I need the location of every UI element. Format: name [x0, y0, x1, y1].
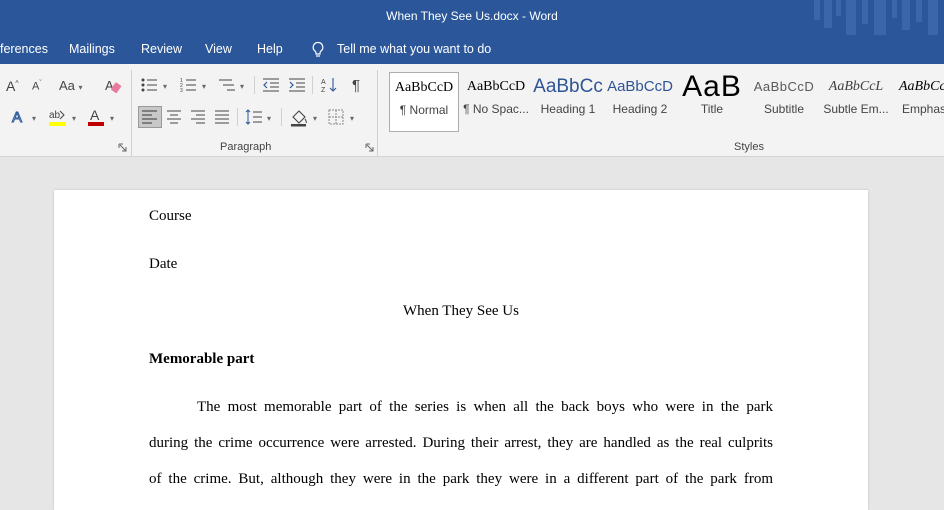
change-case-button[interactable]: Aa ▾	[59, 78, 83, 93]
mini-separator	[254, 76, 255, 94]
change-case-label: Aa	[59, 78, 75, 93]
line-spacing-icon[interactable]	[245, 108, 263, 126]
bullets-icon[interactable]	[141, 77, 159, 93]
section-heading: Memorable part	[149, 351, 255, 367]
align-left-icon[interactable]	[138, 106, 162, 128]
styles-gallery: AaBbCcD ¶ Normal AaBbCcD ¶ No Spac... Aa…	[386, 70, 944, 132]
style-preview: AaBbCcD	[394, 80, 454, 95]
style-title[interactable]: AaB Title	[677, 72, 747, 132]
align-center-icon[interactable]	[166, 109, 182, 125]
style-label: Title	[700, 102, 724, 116]
shrink-font-button[interactable]: Aˇ	[32, 80, 42, 93]
font-color-swatch	[88, 122, 104, 126]
svg-text:A: A	[90, 107, 100, 123]
align-right-icon[interactable]	[190, 109, 206, 125]
svg-text:3: 3	[180, 88, 183, 93]
svg-text:A: A	[321, 79, 326, 86]
highlight-color-icon[interactable]: ab	[48, 107, 68, 127]
clear-formatting-icon[interactable]: A	[104, 78, 122, 94]
numbering-icon[interactable]: 123	[180, 77, 198, 93]
document-title: When They See Us	[403, 303, 519, 319]
borders-dropdown[interactable]: ▾	[350, 114, 354, 123]
document-page[interactable]: Course Date When They See Us Memorable p…	[54, 190, 868, 510]
group-separator	[377, 70, 378, 156]
group-separator	[131, 70, 132, 156]
justify-icon[interactable]	[214, 109, 230, 125]
style-preview: AaBbCc	[533, 76, 603, 97]
style-preview: AaB	[682, 72, 742, 102]
date-line: Date	[149, 256, 178, 272]
style-heading-1[interactable]: AaBbCc Heading 1	[533, 72, 603, 132]
text-effects-icon[interactable]: A	[11, 108, 27, 127]
tab-view[interactable]: View	[205, 42, 232, 56]
font-color-icon[interactable]: A	[86, 107, 106, 127]
title-bar: When They See Us.docx - Word	[0, 0, 944, 35]
style-label: Subtitle	[763, 102, 805, 116]
style-preview: AaBbCcD	[753, 79, 815, 94]
style-label: ¶ Normal	[399, 103, 449, 117]
style-normal[interactable]: AaBbCcD ¶ Normal	[389, 72, 459, 132]
tab-help[interactable]: Help	[257, 42, 283, 56]
style-label: ¶ No Spac...	[463, 102, 529, 116]
paragraph-line: of the crime. But, although they were in…	[149, 471, 773, 487]
multilevel-list-icon[interactable]	[218, 77, 236, 93]
style-preview: AaBbCcL	[899, 79, 944, 94]
svg-text:A: A	[12, 109, 22, 126]
style-no-spacing[interactable]: AaBbCcD ¶ No Spac...	[461, 72, 531, 132]
svg-text:ab: ab	[49, 110, 61, 121]
style-emphasis[interactable]: AaBbCcL Emphasis	[893, 72, 944, 132]
paragraph-dialog-launcher-icon[interactable]	[365, 143, 374, 152]
font-dialog-launcher-icon[interactable]	[118, 143, 127, 152]
course-line: Course	[149, 208, 192, 224]
increase-indent-icon[interactable]	[288, 77, 306, 93]
ribbon: A^ Aˇ Aa ▾ A A ▾ ab ▾ A ▾ ▾ 123 ▾ ▾ A Z …	[0, 64, 944, 157]
style-subtitle[interactable]: AaBbCcD Subtitle	[749, 72, 819, 132]
paragraph-line: during the crime occurrence were arreste…	[149, 435, 773, 451]
svg-text:Z: Z	[321, 87, 326, 94]
styles-group-label: Styles	[734, 141, 764, 153]
mini-separator	[237, 108, 238, 126]
style-label: Heading 2	[612, 102, 668, 116]
multilevel-dropdown[interactable]: ▾	[240, 82, 244, 91]
style-label: Subtle Em...	[823, 102, 889, 116]
tab-references[interactable]: ferences	[0, 42, 48, 56]
show-formatting-marks-icon[interactable]: ¶	[352, 77, 360, 94]
menu-bar: ferences Mailings Review View Help Tell …	[0, 35, 944, 64]
window-title: When They See Us.docx - Word	[386, 9, 558, 23]
grow-font-button[interactable]: A^	[6, 78, 19, 94]
sort-icon[interactable]: A Z	[320, 76, 338, 94]
decrease-indent-icon[interactable]	[262, 77, 280, 93]
tab-mailings[interactable]: Mailings	[69, 42, 115, 56]
shading-dropdown[interactable]: ▾	[313, 114, 317, 123]
style-heading-2[interactable]: AaBbCcD Heading 2	[605, 72, 675, 132]
style-preview: AaBbCcD	[607, 78, 673, 95]
style-preview: AaBbCcD	[466, 79, 526, 94]
mini-separator	[281, 108, 282, 126]
numbering-dropdown[interactable]: ▾	[202, 82, 206, 91]
style-preview: AaBbCcL	[828, 79, 884, 94]
tell-me-search[interactable]: Tell me what you want to do	[337, 42, 491, 56]
mini-separator	[312, 76, 313, 94]
tab-review[interactable]: Review	[141, 42, 182, 56]
text-effects-dropdown[interactable]: ▾	[32, 114, 36, 123]
paragraph-line: The most memorable part of the series is…	[197, 399, 773, 415]
lightbulb-icon	[312, 41, 324, 57]
highlight-dropdown[interactable]: ▾	[72, 114, 76, 123]
title-bar-decoration	[814, 0, 938, 35]
style-label: Heading 1	[540, 102, 596, 116]
borders-icon[interactable]	[328, 109, 344, 125]
grow-font-label: A	[6, 78, 16, 94]
line-spacing-dropdown[interactable]: ▾	[267, 114, 271, 123]
bullets-dropdown[interactable]: ▾	[163, 82, 167, 91]
paragraph-group-label: Paragraph	[220, 141, 272, 153]
shading-icon[interactable]	[289, 107, 309, 127]
style-subtle-emphasis[interactable]: AaBbCcL Subtle Em...	[821, 72, 891, 132]
style-label: Emphasis	[902, 102, 944, 116]
highlight-swatch	[49, 122, 66, 126]
font-color-dropdown[interactable]: ▾	[110, 114, 114, 123]
